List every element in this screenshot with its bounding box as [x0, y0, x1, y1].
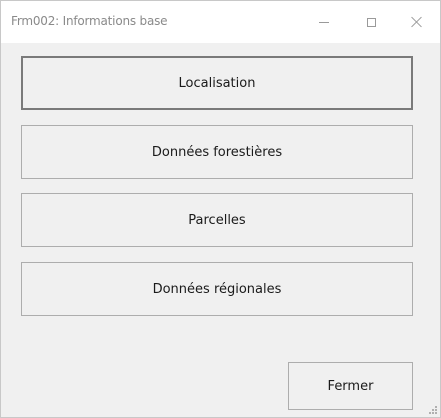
form-window: Frm002: Informations base Localisation D… — [0, 0, 441, 418]
fermer-button[interactable]: Fermer — [288, 362, 413, 410]
localisation-button[interactable]: Localisation — [21, 56, 413, 110]
resize-grip-icon[interactable] — [429, 406, 437, 414]
localisation-label: Localisation — [178, 75, 256, 91]
window-title: Frm002: Informations base — [11, 14, 168, 28]
title-bar[interactable]: Frm002: Informations base — [1, 1, 440, 43]
close-window-button[interactable] — [394, 1, 440, 43]
parcelles-button[interactable]: Parcelles — [21, 193, 413, 247]
minimize-button[interactable] — [301, 1, 347, 43]
donnees-forestieres-button[interactable]: Données forestières — [21, 125, 413, 179]
maximize-icon — [366, 17, 376, 27]
maximize-button[interactable] — [348, 1, 394, 43]
close-icon — [411, 16, 423, 28]
minimize-icon — [319, 21, 329, 23]
donnees-regionales-label: Données régionales — [152, 281, 282, 297]
fermer-label: Fermer — [327, 378, 374, 394]
donnees-regionales-button[interactable]: Données régionales — [21, 262, 413, 316]
donnees-forestieres-label: Données forestières — [151, 144, 283, 160]
parcelles-label: Parcelles — [188, 212, 246, 228]
